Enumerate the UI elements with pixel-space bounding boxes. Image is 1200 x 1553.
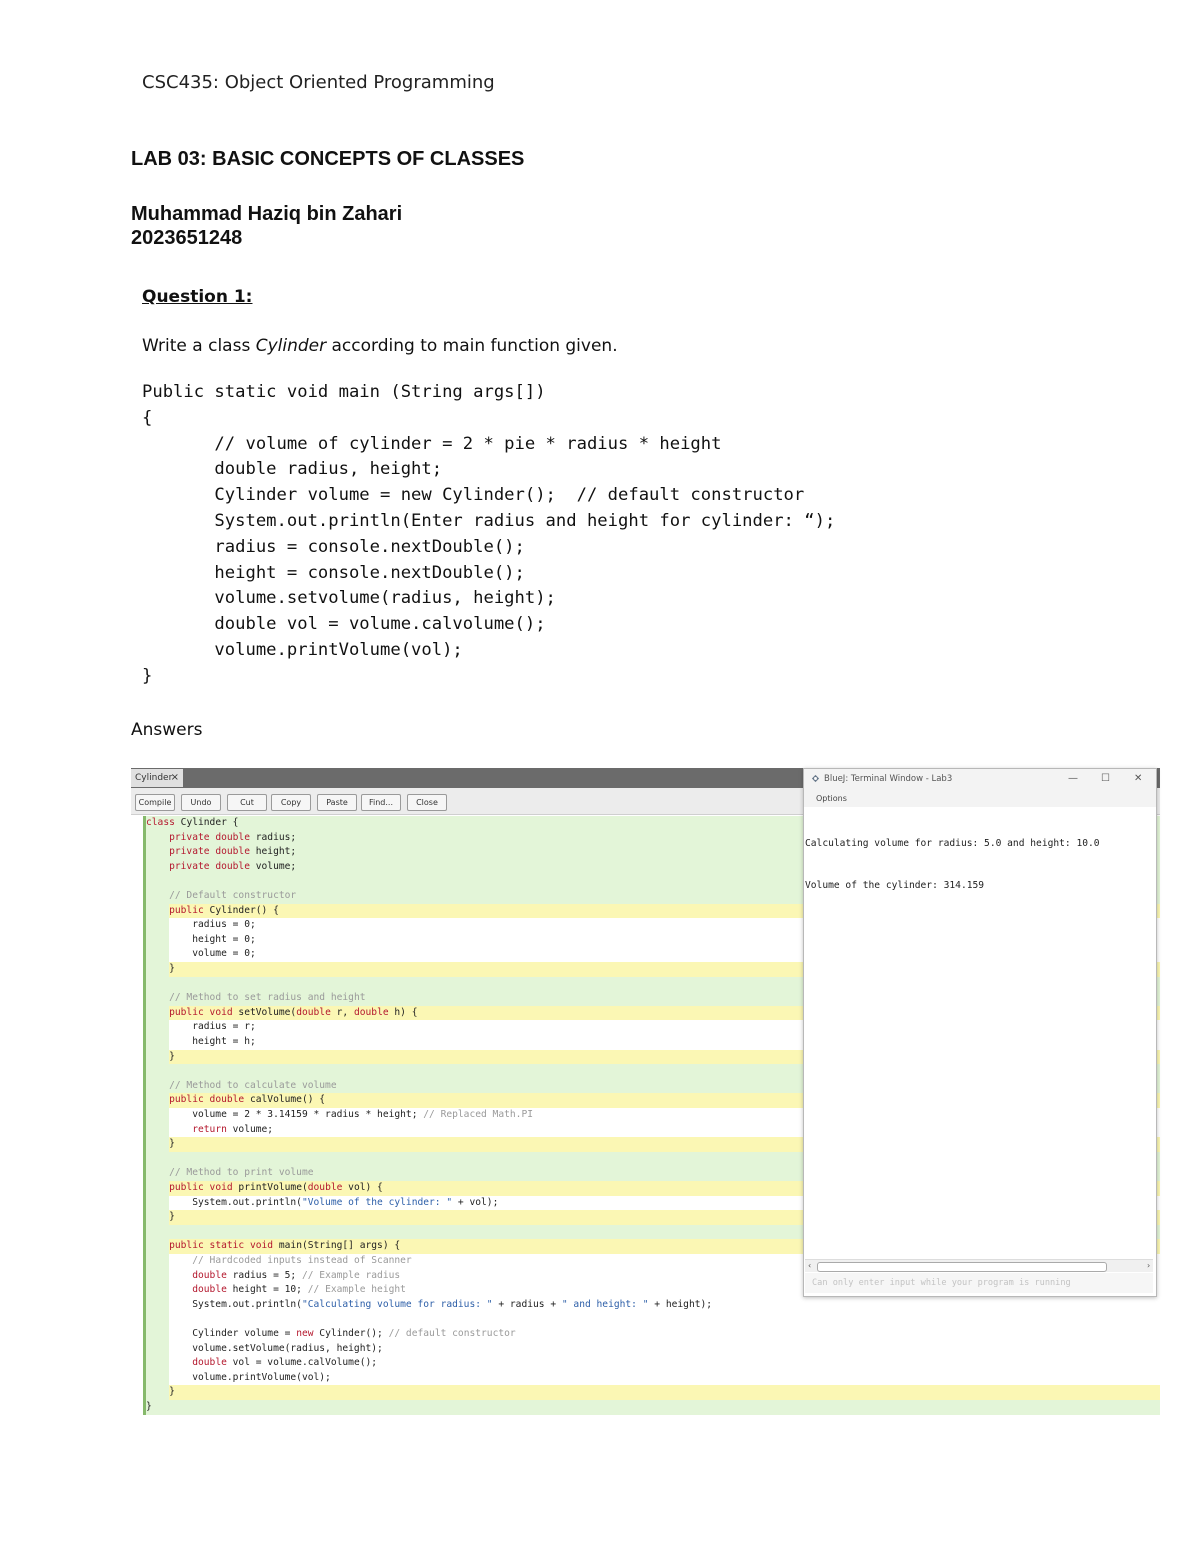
answers-label: Answers — [131, 720, 203, 740]
source-line: private double volume; — [169, 860, 297, 872]
source-line: } — [146, 1211, 175, 1223]
bluej-icon — [811, 774, 820, 783]
source-line: volume = 0; — [146, 948, 256, 960]
source-line: } — [146, 963, 175, 974]
source-line: double vol = volume.calVolume(); — [192, 1357, 378, 1369]
code-line: // volume of cylinder = 2 * pie * radius… — [142, 433, 722, 454]
code-line: volume.setvolume(radius, height); — [142, 588, 556, 609]
source-line: double height = 10; // Example height — [192, 1284, 406, 1296]
find-button[interactable]: Find... — [361, 794, 401, 811]
question-text: Write a class Cylinder according to main… — [142, 336, 618, 356]
source-line: volume = 2 * 3.14159 * radius * height; … — [146, 1109, 533, 1120]
options-menu[interactable]: Options — [816, 789, 847, 809]
source-line: // Method to print volume — [169, 1167, 314, 1179]
compile-button[interactable]: Compile — [135, 794, 175, 811]
scroll-left-icon[interactable]: ‹ — [808, 1260, 811, 1272]
question-heading: Question 1: — [142, 287, 253, 307]
code-line: { — [142, 407, 153, 428]
source-line: public static void main(String[] args) { — [169, 1240, 401, 1252]
source-line: } — [146, 1050, 175, 1062]
question-code: Public static void main (String args[]) {… — [142, 380, 835, 690]
terminal-input[interactable]: Can only enter input while your program … — [805, 1273, 1153, 1293]
course-title: CSC435: Object Oriented Programming — [142, 72, 495, 93]
source-line: public Cylinder() { — [169, 904, 279, 916]
scroll-right-icon[interactable]: › — [1147, 1260, 1150, 1272]
source-line: // Method to calculate volume — [169, 1079, 337, 1091]
source-line: } — [146, 1386, 175, 1398]
tab-close-icon[interactable]: × — [171, 769, 179, 787]
terminal-title: BlueJ: Terminal Window - Lab3 — [824, 774, 953, 784]
question-prefix: Write a class — [142, 336, 256, 356]
close-button[interactable]: Close — [407, 794, 447, 811]
student-name: Muhammad Haziq bin Zahari — [131, 203, 403, 225]
output-line: Volume of the cylinder: 314.159 — [805, 880, 985, 891]
maximize-icon[interactable]: ☐ — [1101, 769, 1110, 789]
source-line: height = 0; — [146, 933, 256, 945]
terminal-menu-bar: Options — [804, 789, 1156, 807]
minimize-icon[interactable]: — — [1068, 769, 1078, 789]
code-line: double vol = volume.calvolume(); — [142, 614, 546, 635]
author-block: Muhammad Haziq bin Zahari 2023651248 — [131, 202, 402, 250]
source-line: Cylinder volume = new Cylinder(); // def… — [146, 1328, 516, 1339]
scrollbar-thumb[interactable] — [817, 1262, 1107, 1272]
source-line: private double radius; — [169, 831, 297, 843]
source-line: return volume; — [192, 1123, 274, 1135]
source-line: } — [146, 1138, 175, 1150]
method-boundary — [169, 1385, 1160, 1400]
copy-button[interactable]: Copy — [271, 794, 311, 811]
code-line: System.out.println(Enter radius and heig… — [142, 510, 836, 531]
source-line: public double calVolume() { — [169, 1094, 326, 1106]
source-line: height = h; — [146, 1036, 256, 1047]
source-line: radius = 0; — [146, 919, 256, 931]
source-line: // Method to set radius and height — [169, 992, 366, 1004]
code-line: } — [142, 665, 153, 686]
source-line: volume.setVolume(radius, height); — [146, 1342, 383, 1354]
source-line: double radius = 5; // Example radius — [192, 1269, 401, 1281]
source-line: // Hardcoded inputs instead of Scanner — [192, 1255, 412, 1266]
source-line: System.out.println("Calculating volume f… — [146, 1298, 713, 1310]
horizontal-scrollbar[interactable]: ‹ › — [805, 1259, 1153, 1272]
output-line: Calculating volume for radius: 5.0 and h… — [805, 838, 1100, 849]
terminal-output: Calculating volume for radius: 5.0 and h… — [805, 809, 1151, 1257]
close-icon[interactable]: ✕ — [1134, 769, 1142, 789]
tab-label: Cylinder — [135, 773, 173, 783]
code-line: volume.printVolume(vol); — [142, 639, 463, 660]
student-id: 2023651248 — [131, 227, 243, 249]
source-line: volume.printVolume(vol); — [146, 1371, 331, 1383]
tab-cylinder[interactable]: Cylinder × — [131, 769, 183, 787]
source-line: public void setVolume(double r, double h… — [169, 1006, 418, 1018]
source-line: radius = r; — [146, 1021, 256, 1033]
code-line: radius = console.nextDouble(); — [142, 536, 525, 557]
terminal-window: BlueJ: Terminal Window - Lab3 — ☐ ✕ Opti… — [803, 768, 1157, 1297]
undo-button[interactable]: Undo — [181, 794, 221, 811]
code-line: height = console.nextDouble(); — [142, 562, 525, 583]
source-line: // Default constructor — [169, 890, 297, 901]
code-line: Cylinder volume = new Cylinder(); // def… — [142, 485, 805, 506]
source-line: class Cylinder { — [146, 817, 239, 828]
code-line: double radius, height; — [142, 459, 443, 480]
question-class-name: Cylinder — [255, 336, 327, 356]
code-line: Public static void main (String args[]) — [142, 382, 546, 402]
source-line: System.out.println("Volume of the cylind… — [146, 1196, 499, 1208]
source-line: public void printVolume(double vol) { — [169, 1182, 383, 1193]
lab-title: LAB 03: BASIC CONCEPTS OF CLASSES — [131, 148, 525, 170]
question-suffix: according to main function given. — [326, 336, 618, 356]
paste-button[interactable]: Paste — [317, 794, 357, 811]
terminal-title-bar: BlueJ: Terminal Window - Lab3 — ☐ ✕ — [804, 769, 1156, 789]
cut-button[interactable]: Cut — [227, 794, 267, 811]
source-line: private double height; — [169, 846, 297, 858]
source-line: } — [146, 1401, 152, 1412]
